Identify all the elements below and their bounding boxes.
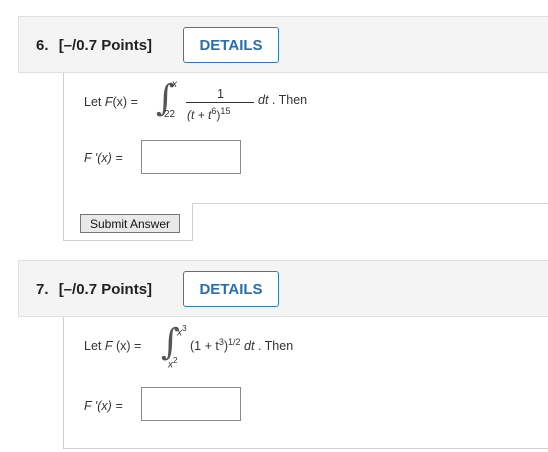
question-number: 7. bbox=[36, 281, 49, 298]
lower-limit: 22 bbox=[164, 109, 176, 120]
question-points: [–/0.7 Points] bbox=[58, 281, 153, 298]
question-6-header: 6. [–/0.7 Points] DETAILS bbox=[18, 16, 548, 73]
fraction-denominator: (t + t6)15 bbox=[187, 106, 231, 122]
question-7-body: Let F (x) = ∫ x3 x2 (1 + t3)1/2 dt . The… bbox=[63, 317, 548, 449]
submit-answer-button[interactable]: Submit Answer bbox=[80, 214, 180, 233]
divider bbox=[192, 203, 548, 204]
answer-label: F '(x) = bbox=[84, 399, 123, 413]
details-button[interactable]: DETAILS bbox=[183, 27, 279, 63]
prompt-lhs: Let F(x) = bbox=[84, 95, 138, 109]
answer-label: F '(x) = bbox=[84, 151, 123, 165]
answer-input[interactable] bbox=[141, 387, 241, 421]
lower-limit: x2 bbox=[168, 355, 178, 371]
question-points: [–/0.7 Points] bbox=[58, 37, 153, 54]
details-button[interactable]: DETAILS bbox=[183, 271, 279, 307]
fraction-numerator: 1 bbox=[217, 87, 224, 101]
fraction-bar bbox=[186, 102, 254, 103]
upper-limit: x3 bbox=[177, 323, 187, 339]
question-7-title: 7. [–/0.7 Points] bbox=[36, 281, 152, 298]
answer-input[interactable] bbox=[141, 140, 241, 174]
prompt-lhs: Let F (x) = bbox=[84, 339, 142, 353]
upper-limit: x bbox=[172, 79, 177, 90]
question-6-body: Let F(x) = ∫ x 22 1 (t + t6)15 dt . Then… bbox=[63, 73, 548, 203]
question-6-title: 6. [–/0.7 Points] bbox=[36, 37, 152, 54]
integrand: (1 + t3)1/2 dt . Then bbox=[190, 337, 294, 354]
question-number: 6. bbox=[36, 37, 49, 54]
submit-area: Submit Answer bbox=[63, 203, 193, 241]
question-7-header: 7. [–/0.7 Points] DETAILS bbox=[18, 260, 548, 317]
prompt-suffix: dt . Then bbox=[258, 93, 308, 107]
